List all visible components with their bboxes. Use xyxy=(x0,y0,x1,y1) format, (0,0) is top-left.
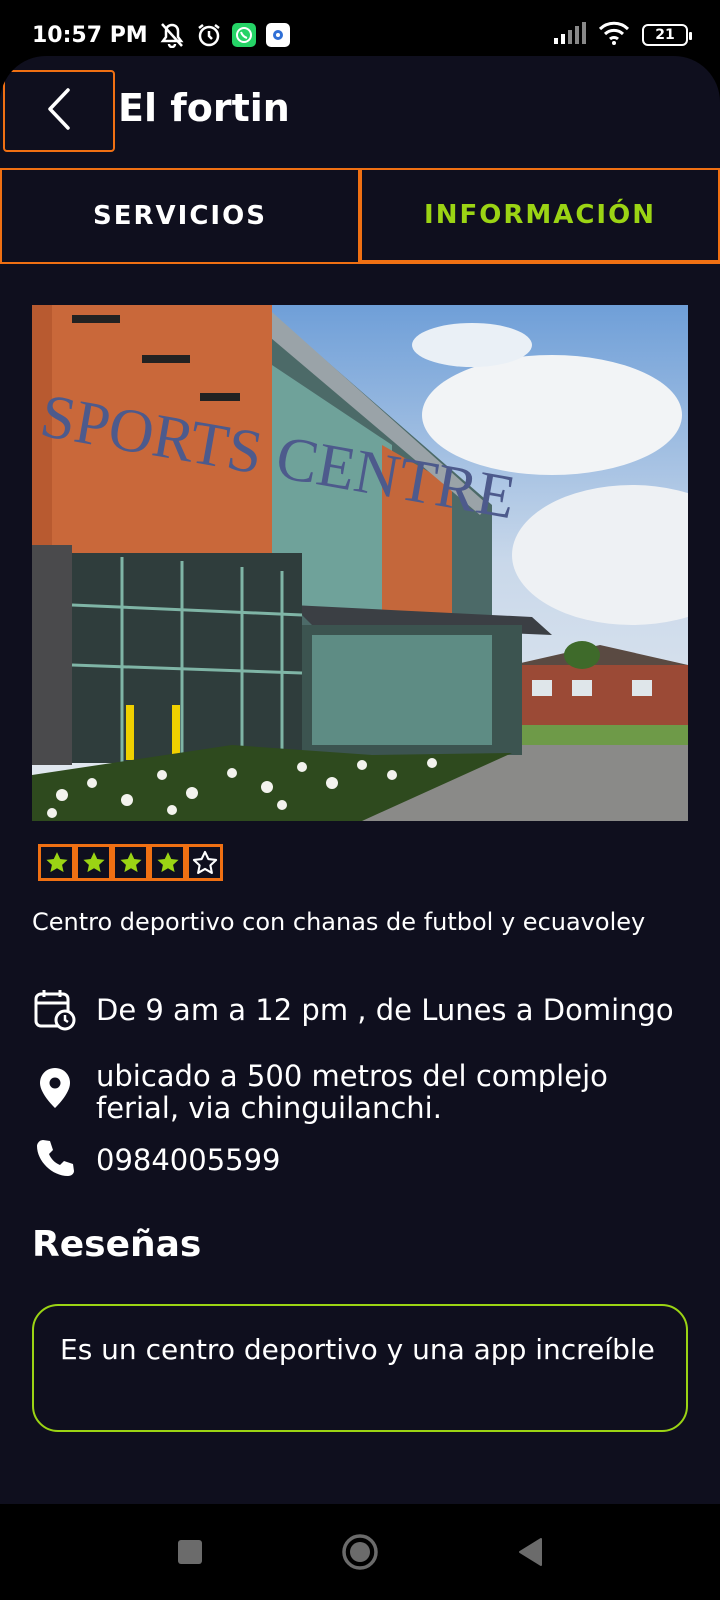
recents-square-icon[interactable] xyxy=(160,1522,220,1582)
location-pin-icon xyxy=(32,1060,78,1110)
chevron-left-icon xyxy=(44,87,74,135)
star-2-icon[interactable] xyxy=(75,844,112,881)
schedule-row: De 9 am a 12 pm , de Lunes a Domingo xyxy=(32,988,692,1032)
star-1-icon[interactable] xyxy=(38,844,75,881)
app-icon xyxy=(265,23,290,47)
tab-informacion[interactable]: INFORMACIÓN xyxy=(360,168,720,264)
star-3-icon[interactable] xyxy=(112,844,149,881)
battery-level: 21 xyxy=(655,27,675,43)
alarm-icon xyxy=(196,22,222,48)
home-circle-icon[interactable] xyxy=(330,1522,390,1582)
location-text: ubicado a 500 metros del complejo ferial… xyxy=(96,1059,608,1125)
back-button[interactable] xyxy=(3,70,115,152)
page-title: El fortin xyxy=(118,86,290,130)
signal-icon xyxy=(554,22,586,48)
venue-photo: SPORTS CENTRE xyxy=(32,305,688,821)
phone-icon xyxy=(32,1138,78,1178)
tab-servicios[interactable]: SERVICIOS xyxy=(0,168,360,264)
calendar-clock-icon xyxy=(32,988,78,1032)
review-card: Es un centro deportivo y una app increíb… xyxy=(32,1304,688,1432)
system-nav-bar xyxy=(0,1504,720,1600)
phone-number[interactable]: 0984005599 xyxy=(96,1138,281,1176)
wifi-icon xyxy=(598,21,630,49)
whatsapp-icon xyxy=(231,23,256,47)
back-triangle-icon[interactable] xyxy=(500,1522,560,1582)
schedule-text: De 9 am a 12 pm , de Lunes a Domingo xyxy=(96,993,674,1027)
status-time: 10:57 PM xyxy=(32,22,148,48)
app-screen: El fortin SERVICIOS INFORMACIÓN SPORTS C… xyxy=(0,56,720,1504)
venue-description: Centro deportivo con chanas de futbol y … xyxy=(32,908,646,936)
tab-bar: SERVICIOS INFORMACIÓN xyxy=(0,168,720,264)
status-right: 21 xyxy=(554,21,692,49)
reviews-title: Reseñas xyxy=(32,1224,202,1265)
status-left: 10:57 PM xyxy=(32,22,290,48)
mute-icon xyxy=(158,22,186,48)
star-4-icon[interactable] xyxy=(149,844,186,881)
phone-row[interactable]: 0984005599 xyxy=(32,1138,692,1178)
review-text: Es un centro deportivo y una app increíb… xyxy=(60,1333,655,1366)
rating-stars xyxy=(38,844,223,881)
location-row: ubicado a 500 metros del complejo ferial… xyxy=(32,1060,692,1124)
battery-icon: 21 xyxy=(642,24,692,46)
star-5-icon[interactable] xyxy=(186,844,223,881)
